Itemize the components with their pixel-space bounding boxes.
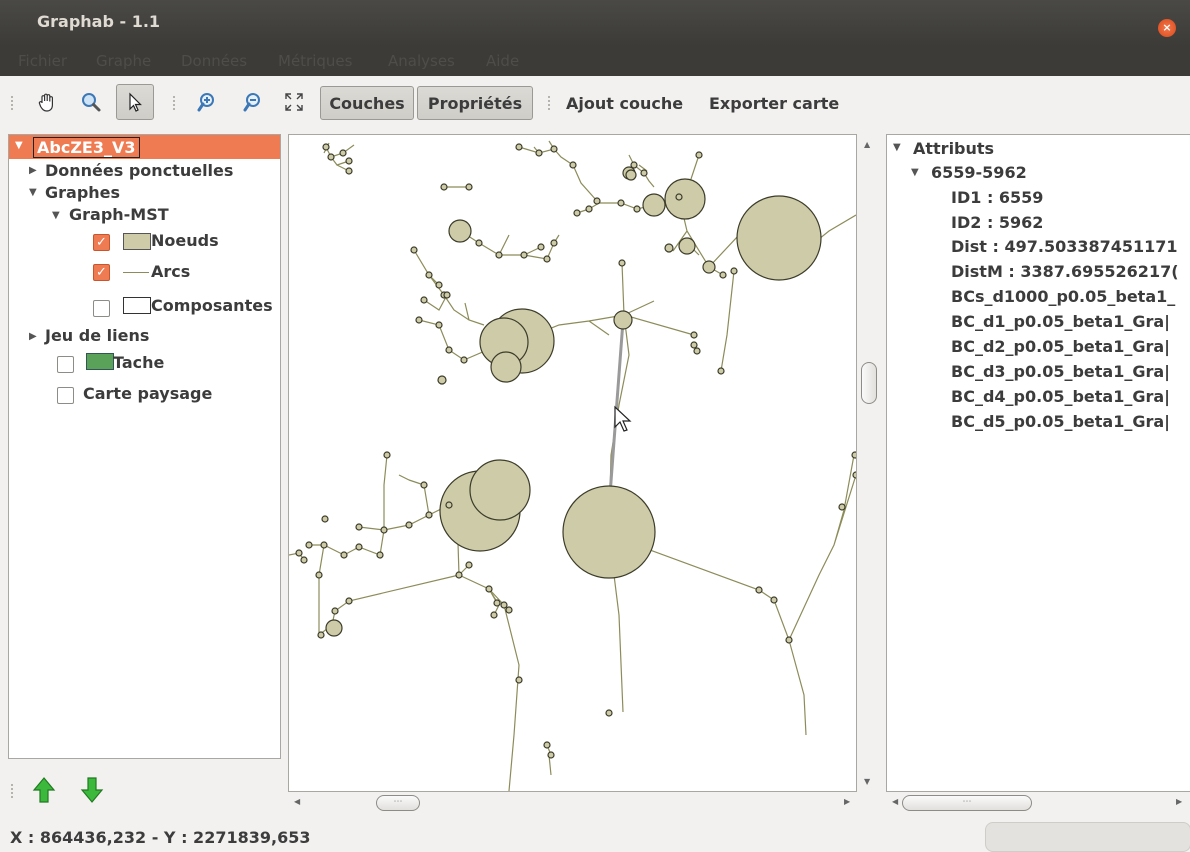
attribute-row: BC_d5_p0.05_beta1_Gra| bbox=[951, 412, 1170, 431]
panel-grip[interactable] bbox=[11, 784, 16, 798]
vertical-scroll-thumb[interactable] bbox=[861, 362, 877, 404]
attributes-panel: ▼ Attributs ▼ 6559-5962 ID1 : 6559 ID2 :… bbox=[886, 134, 1190, 792]
toolbar-grip-2[interactable] bbox=[173, 96, 178, 110]
expand-arrow-icon[interactable]: ▼ bbox=[52, 210, 60, 221]
layer-components[interactable]: Composantes bbox=[151, 296, 273, 315]
graph-map[interactable] bbox=[289, 135, 856, 791]
attribute-row: Dist : 497.503387451171 bbox=[951, 237, 1178, 256]
horizontal-scroll-thumb[interactable]: ⋯ bbox=[902, 795, 1032, 811]
scroll-down-arrow-icon[interactable]: ▼ bbox=[864, 777, 870, 786]
collapse-arrow-icon[interactable]: ▶ bbox=[29, 165, 37, 176]
zoom-icon[interactable] bbox=[74, 85, 108, 119]
components-checkbox[interactable] bbox=[93, 300, 110, 317]
scroll-left-arrow-icon[interactable]: ◀ bbox=[294, 797, 300, 806]
scroll-left-arrow-icon[interactable]: ◀ bbox=[892, 797, 898, 806]
attribute-row: ID2 : 5962 bbox=[951, 213, 1044, 232]
add-layer-button[interactable]: Ajout couche bbox=[566, 94, 683, 113]
layer-point-data[interactable]: Données ponctuelles bbox=[45, 161, 233, 180]
graph-nodes bbox=[295, 143, 856, 759]
layer-root[interactable]: AbcZE3_V3 bbox=[33, 137, 140, 158]
map-vertical-scrollbar[interactable]: ▲ ▼ bbox=[858, 134, 882, 790]
attribute-row: BC_d2_p0.05_beta1_Gra| bbox=[951, 337, 1170, 356]
attributes-header[interactable]: Attributs bbox=[913, 139, 994, 158]
nodes-checkbox[interactable]: ✓ bbox=[93, 234, 110, 251]
export-map-button[interactable]: Exporter carte bbox=[709, 94, 839, 113]
pan-hand-icon[interactable] bbox=[30, 85, 64, 119]
expand-arrow-icon[interactable]: ▼ bbox=[29, 187, 37, 198]
expand-arrow-icon[interactable]: ▼ bbox=[15, 140, 23, 151]
tab-properties[interactable]: Propriétés bbox=[417, 86, 533, 120]
menu-graphe[interactable]: Graphe bbox=[96, 52, 151, 70]
select-pointer-icon[interactable] bbox=[116, 84, 154, 120]
move-up-icon[interactable] bbox=[32, 776, 56, 808]
tab-layers[interactable]: Couches bbox=[320, 86, 414, 120]
menu-fichier[interactable]: Fichier bbox=[18, 52, 67, 70]
patch-checkbox[interactable] bbox=[57, 356, 74, 373]
layer-nodes[interactable]: Noeuds bbox=[151, 231, 219, 250]
mouse-cursor-icon bbox=[614, 405, 632, 432]
components-legend-swatch bbox=[123, 297, 151, 314]
zoom-extent-icon[interactable] bbox=[279, 85, 309, 119]
patch-legend-swatch bbox=[86, 353, 114, 370]
collapse-arrow-icon[interactable]: ▶ bbox=[29, 331, 37, 342]
horizontal-scroll-thumb[interactable]: ⋯ bbox=[376, 795, 420, 811]
arcs-checkbox[interactable]: ✓ bbox=[93, 264, 110, 281]
progress-bar bbox=[985, 822, 1190, 852]
layer-patch[interactable]: Tache bbox=[113, 353, 164, 372]
menu-analyses[interactable]: Analyses bbox=[388, 52, 455, 70]
layer-arcs[interactable]: Arcs bbox=[151, 262, 190, 281]
window-title: Graphab - 1.1 bbox=[37, 12, 161, 31]
title-bar: Graphab - 1.1 × bbox=[0, 0, 1190, 46]
expand-arrow-icon[interactable]: ▼ bbox=[893, 142, 901, 153]
expand-arrow-icon[interactable]: ▼ bbox=[911, 167, 919, 178]
menu-bar: Fichier Graphe Données Métriques Analyse… bbox=[0, 46, 1190, 76]
attribute-row: BCs_d1000_p0.05_beta1_ bbox=[951, 287, 1176, 306]
menu-aide[interactable]: Aide bbox=[486, 52, 519, 70]
layer-graphs[interactable]: Graphes bbox=[45, 183, 120, 202]
menu-donnees[interactable]: Données bbox=[181, 52, 247, 70]
menu-metriques[interactable]: Métriques bbox=[278, 52, 352, 70]
move-down-icon[interactable] bbox=[80, 776, 104, 808]
attribute-row: DistM : 3387.695526217( bbox=[951, 262, 1179, 281]
arcs-legend-line bbox=[123, 272, 149, 273]
scroll-right-arrow-icon[interactable]: ▶ bbox=[844, 797, 850, 806]
landscape-checkbox[interactable] bbox=[57, 387, 74, 404]
attributes-item[interactable]: 6559-5962 bbox=[931, 163, 1027, 182]
map-view[interactable] bbox=[288, 134, 857, 792]
layer-landscape[interactable]: Carte paysage bbox=[83, 384, 212, 403]
layer-graph-mst[interactable]: Graph-MST bbox=[69, 205, 169, 224]
toolbar-grip[interactable] bbox=[11, 96, 16, 110]
layer-links[interactable]: Jeu de liens bbox=[45, 326, 149, 345]
zoom-in-icon[interactable] bbox=[190, 85, 224, 119]
close-icon[interactable]: × bbox=[1158, 19, 1176, 37]
attributes-horizontal-scrollbar[interactable]: ◀ ⋯ ▶ bbox=[886, 794, 1190, 812]
scroll-right-arrow-icon[interactable]: ▶ bbox=[1176, 797, 1182, 806]
attribute-row: BC_d1_p0.05_beta1_Gra| bbox=[951, 312, 1170, 331]
map-horizontal-scrollbar[interactable]: ◀ ⋯ ▶ bbox=[288, 794, 855, 812]
scroll-up-arrow-icon[interactable]: ▲ bbox=[864, 140, 870, 149]
attribute-row: BC_d4_p0.05_beta1_Gra| bbox=[951, 387, 1170, 406]
toolbar-grip-3[interactable] bbox=[548, 96, 553, 110]
zoom-out-icon[interactable] bbox=[236, 85, 270, 119]
layers-panel: ▼ AbcZE3_V3 ▶ Données ponctuelles ▼ Grap… bbox=[8, 134, 281, 759]
attribute-row: BC_d3_p0.05_beta1_Gra| bbox=[951, 362, 1170, 381]
coordinates-readout: X : 864436,232 - Y : 2271839,653 bbox=[10, 828, 311, 847]
nodes-legend-swatch bbox=[123, 233, 151, 250]
attribute-row: ID1 : 6559 bbox=[951, 188, 1044, 207]
